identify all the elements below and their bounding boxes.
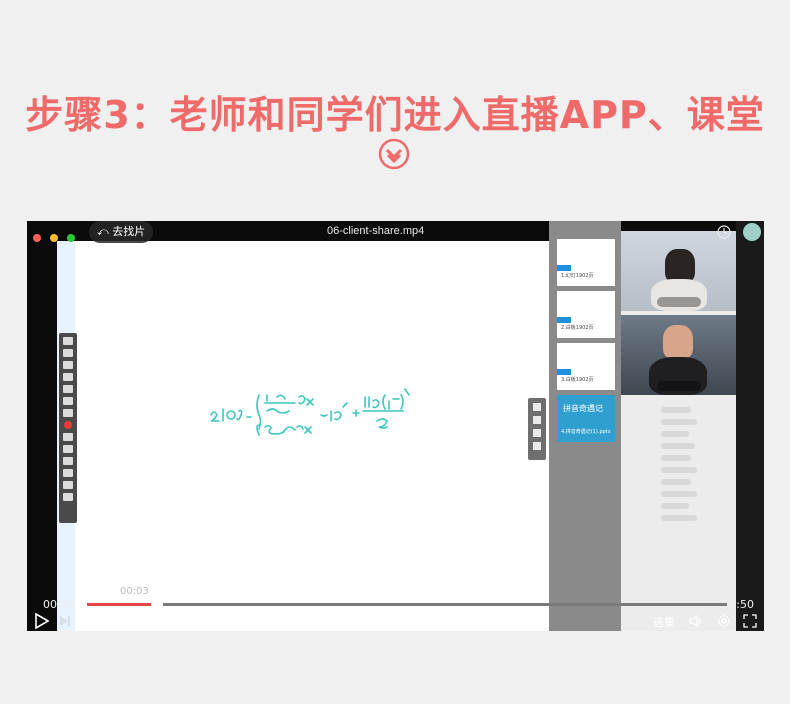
pen-tool-icon[interactable] [63,361,73,369]
video-player[interactable]: 1.幻灯1902页 2.白板1902页 3.白板1902页 拼音奇遇记 4.拼音… [27,221,764,631]
avatar[interactable] [743,223,761,241]
volume-icon[interactable] [689,614,703,628]
slide-item[interactable]: 拼音奇遇记 4.拼音奇遇记(1).pptx [557,395,615,442]
name-tag [657,297,701,307]
hover-time: 00:03 [120,586,149,597]
name-tag [657,381,701,391]
video-filename: 06-client-share.mp4 [327,225,425,237]
text-tool-icon[interactable] [63,409,73,417]
slide-list: 1.幻灯1902页 2.白板1902页 3.白板1902页 拼音奇遇记 4.拼音… [549,221,621,631]
next-icon[interactable] [59,615,71,627]
rect-tool-icon[interactable] [63,397,73,405]
slide-label: 4.拼音奇遇记(1).pptx [561,429,611,435]
chevron-down-circle-icon[interactable] [378,138,410,170]
copy-icon[interactable] [533,429,541,437]
pointer-tool-icon[interactable] [63,337,73,345]
add-page-icon[interactable] [533,442,541,450]
slide-list-icon[interactable] [533,416,541,424]
end-time: 00:50 [722,598,754,611]
slide-label: 1.幻灯1902页 [561,273,594,279]
slide-item[interactable]: 3.白板1902页 [557,343,615,390]
history-icon[interactable] [717,225,731,239]
page-headline: 步骤3：老师和同学们进入直播APP、课堂 [25,93,765,137]
window-controls [33,227,79,246]
speed-button[interactable]: 倍速 [91,614,113,630]
slide-item[interactable]: 2.白板1902页 [557,291,615,338]
right-gutter [736,221,764,631]
side-tools [528,398,546,460]
slide-label: 2.白板1902页 [561,325,594,331]
marker-tool-icon[interactable] [63,373,73,381]
redo-icon[interactable] [63,493,73,501]
minimize-icon[interactable] [50,234,59,242]
progress-fill [87,603,158,606]
back-arrow-icon: ⤺ [97,225,113,238]
back-button[interactable]: ⤺ 去找片 [89,221,154,243]
select-tool-icon[interactable] [63,349,73,357]
video-frame: 1.幻灯1902页 2.白板1902页 3.白板1902页 拼音奇遇记 4.拼音… [27,221,764,631]
slide-thumb-title: 拼音奇遇记 [563,404,603,413]
stroke-width-icon[interactable] [63,433,73,441]
video-panel [621,231,736,631]
slide-label: 3.白板1902页 [561,377,594,383]
eraser-tool-icon[interactable] [63,469,73,477]
settings-icon[interactable] [717,614,731,628]
fullscreen-icon[interactable] [743,614,757,628]
teacher-camera [621,231,736,311]
student-camera [621,315,736,395]
color-picker-icon[interactable] [64,421,72,429]
maximize-icon[interactable] [67,234,76,242]
progress-bar[interactable] [87,598,727,610]
current-time: 00:08 [43,598,75,611]
back-label: 去找片 [112,225,146,238]
undo-icon[interactable] [63,481,73,489]
delete-tool-icon[interactable] [63,457,73,465]
slide-item[interactable]: 1.幻灯1902页 [557,239,615,286]
courseware-icon[interactable] [533,403,541,411]
line-tool-icon[interactable] [63,385,73,393]
play-icon[interactable] [35,613,49,629]
drawing-toolbar [59,333,77,523]
player-controls: 倍速 选集 [27,613,764,631]
episodes-button[interactable]: 选集 [653,614,675,630]
close-icon[interactable] [33,234,41,242]
handwritten-formula [210,388,410,436]
image-tool-icon[interactable] [63,445,73,453]
